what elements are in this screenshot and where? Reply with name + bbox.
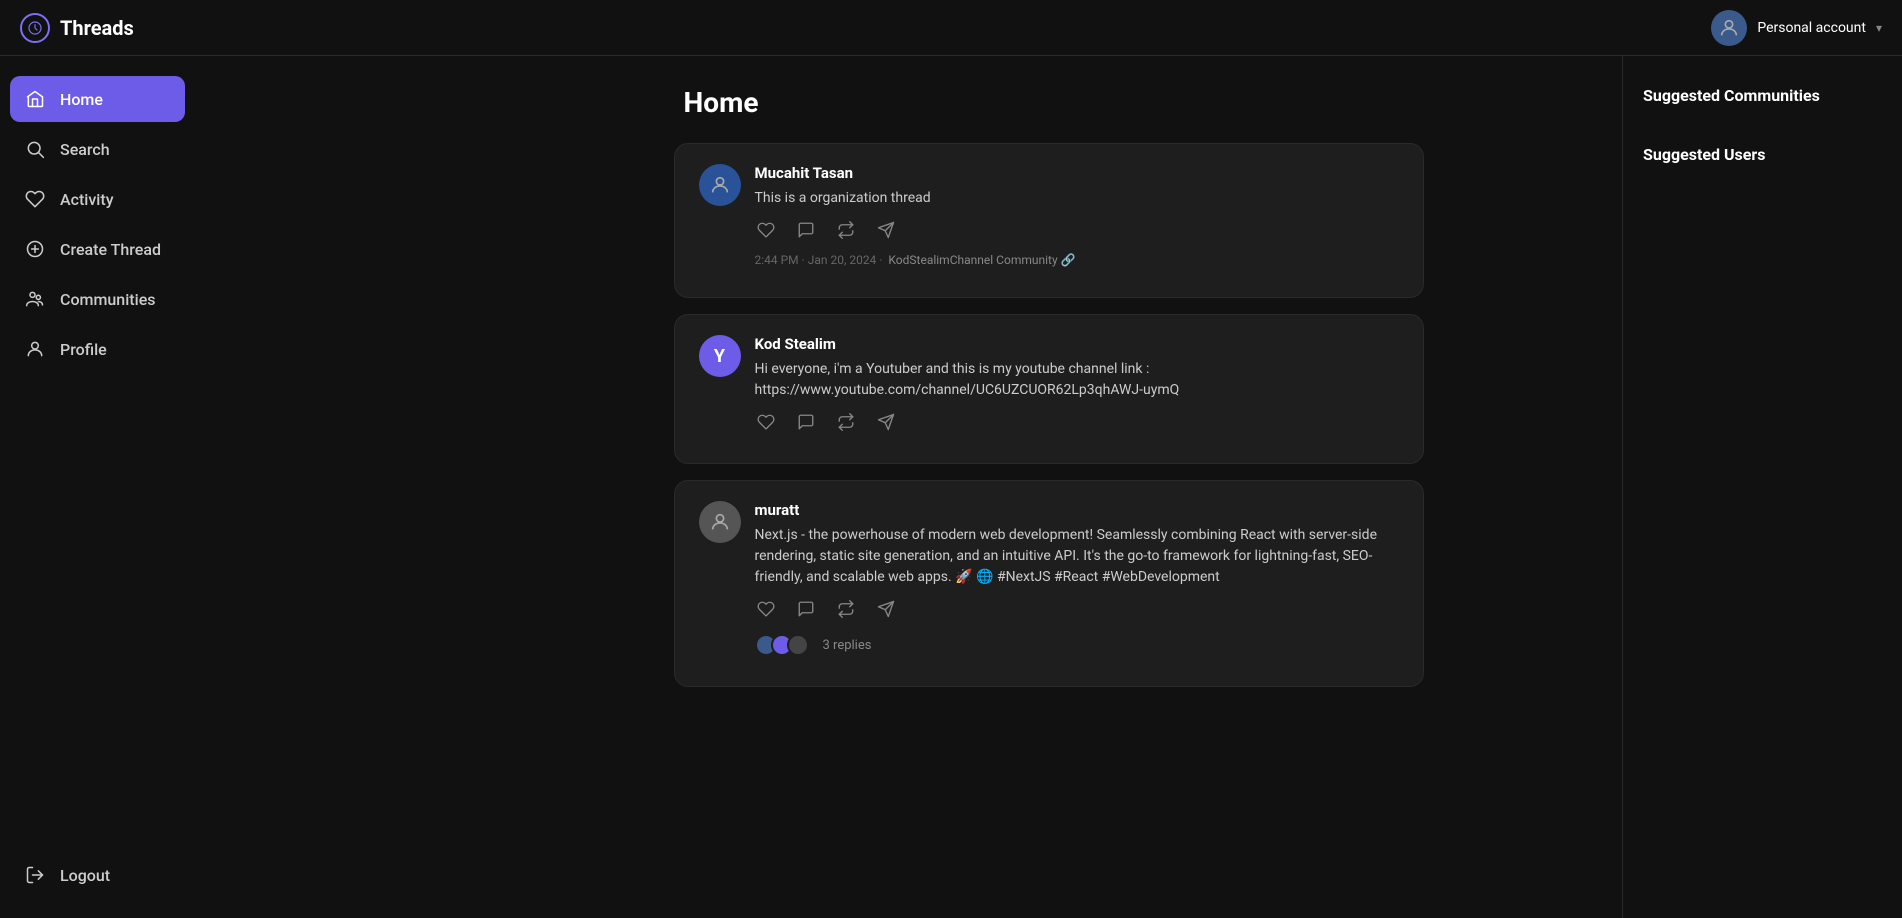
search-icon — [24, 138, 46, 160]
thread-text: This is a organization thread — [755, 188, 1399, 209]
home-icon — [24, 88, 46, 110]
comment-button[interactable] — [795, 219, 817, 241]
avatar: Y — [699, 335, 741, 377]
comment-button[interactable] — [795, 598, 817, 620]
comment-button[interactable] — [795, 411, 817, 433]
create-thread-icon — [24, 238, 46, 260]
repost-button[interactable] — [835, 598, 857, 620]
sidebar-item-logout[interactable]: Logout — [10, 852, 185, 898]
account-name: Personal account — [1757, 20, 1866, 36]
thread-body: Mucahit Tasan This is a organization thr… — [755, 164, 1399, 267]
thread-text: Hi everyone, i'm a Youtuber and this is … — [755, 359, 1399, 401]
heart-icon — [24, 188, 46, 210]
thread-body: muratt Next.js - the powerhouse of moder… — [755, 501, 1399, 656]
account-switcher[interactable]: Personal account ▾ — [1711, 10, 1882, 46]
communities-icon — [24, 288, 46, 310]
thread-header: muratt Next.js - the powerhouse of moder… — [699, 501, 1399, 656]
reply-avatars — [755, 634, 803, 656]
page-title: Home — [674, 86, 1424, 119]
sidebar-item-logout-label: Logout — [60, 866, 110, 885]
sidebar-item-communities-label: Communities — [60, 290, 156, 309]
profile-icon — [24, 338, 46, 360]
sidebar-item-create-thread-label: Create Thread — [60, 240, 161, 259]
share-button[interactable] — [875, 411, 897, 433]
repost-button[interactable] — [835, 219, 857, 241]
share-button[interactable] — [875, 598, 897, 620]
sidebar-item-communities[interactable]: Communities — [10, 276, 185, 322]
reply-avatar — [787, 634, 809, 656]
sidebar-item-profile[interactable]: Profile — [10, 326, 185, 372]
sidebar-item-profile-label: Profile — [60, 340, 107, 359]
logo-title: Threads — [60, 16, 134, 40]
thread-author: Mucahit Tasan — [755, 164, 1399, 182]
thread-header: Y Kod Stealim Hi everyone, i'm a Youtube… — [699, 335, 1399, 433]
sidebar: Home Search Activity Create Thread — [0, 56, 195, 918]
reply-count: 3 replies — [823, 638, 872, 653]
right-sidebar: Suggested Communities Suggested Users — [1622, 56, 1902, 918]
suggested-communities-title: Suggested Communities — [1643, 86, 1882, 105]
thread-actions — [755, 411, 1399, 433]
logout-icon — [24, 864, 46, 886]
sidebar-item-home[interactable]: Home — [10, 76, 185, 122]
sidebar-item-home-label: Home — [60, 90, 103, 109]
suggested-users-title: Suggested Users — [1643, 145, 1882, 164]
sidebar-bottom: Logout — [10, 852, 185, 898]
logo-area: Threads — [20, 13, 134, 43]
sidebar-item-create-thread[interactable]: Create Thread — [10, 226, 185, 272]
sidebar-item-activity[interactable]: Activity — [10, 176, 185, 222]
share-button[interactable] — [875, 219, 897, 241]
thread-text: Next.js - the powerhouse of modern web d… — [755, 525, 1399, 588]
thread-card: muratt Next.js - the powerhouse of moder… — [674, 480, 1424, 687]
content-inner: Home Mucahit Tasan This is a organizatio… — [674, 86, 1424, 703]
thread-actions — [755, 598, 1399, 620]
thread-replies: 3 replies — [755, 634, 1399, 656]
thread-author: muratt — [755, 501, 1399, 519]
thread-meta: 2:44 PM · Jan 20, 2024 · KodStealimChann… — [755, 253, 1399, 267]
thread-header: Mucahit Tasan This is a organization thr… — [699, 164, 1399, 267]
like-button[interactable] — [755, 598, 777, 620]
sidebar-item-search-label: Search — [60, 140, 110, 159]
thread-author: Kod Stealim — [755, 335, 1399, 353]
chevron-down-icon: ▾ — [1876, 21, 1882, 35]
avatar — [699, 164, 741, 206]
top-header: Threads Personal account ▾ — [0, 0, 1902, 56]
sidebar-item-search[interactable]: Search — [10, 126, 185, 172]
thread-body: Kod Stealim Hi everyone, i'm a Youtuber … — [755, 335, 1399, 433]
repost-button[interactable] — [835, 411, 857, 433]
avatar — [699, 501, 741, 543]
like-button[interactable] — [755, 219, 777, 241]
threads-logo-icon — [20, 13, 50, 43]
like-button[interactable] — [755, 411, 777, 433]
thread-card: Mucahit Tasan This is a organization thr… — [674, 143, 1424, 298]
sidebar-item-activity-label: Activity — [60, 190, 114, 209]
thread-card: Y Kod Stealim Hi everyone, i'm a Youtube… — [674, 314, 1424, 464]
account-avatar — [1711, 10, 1747, 46]
thread-actions — [755, 219, 1399, 241]
